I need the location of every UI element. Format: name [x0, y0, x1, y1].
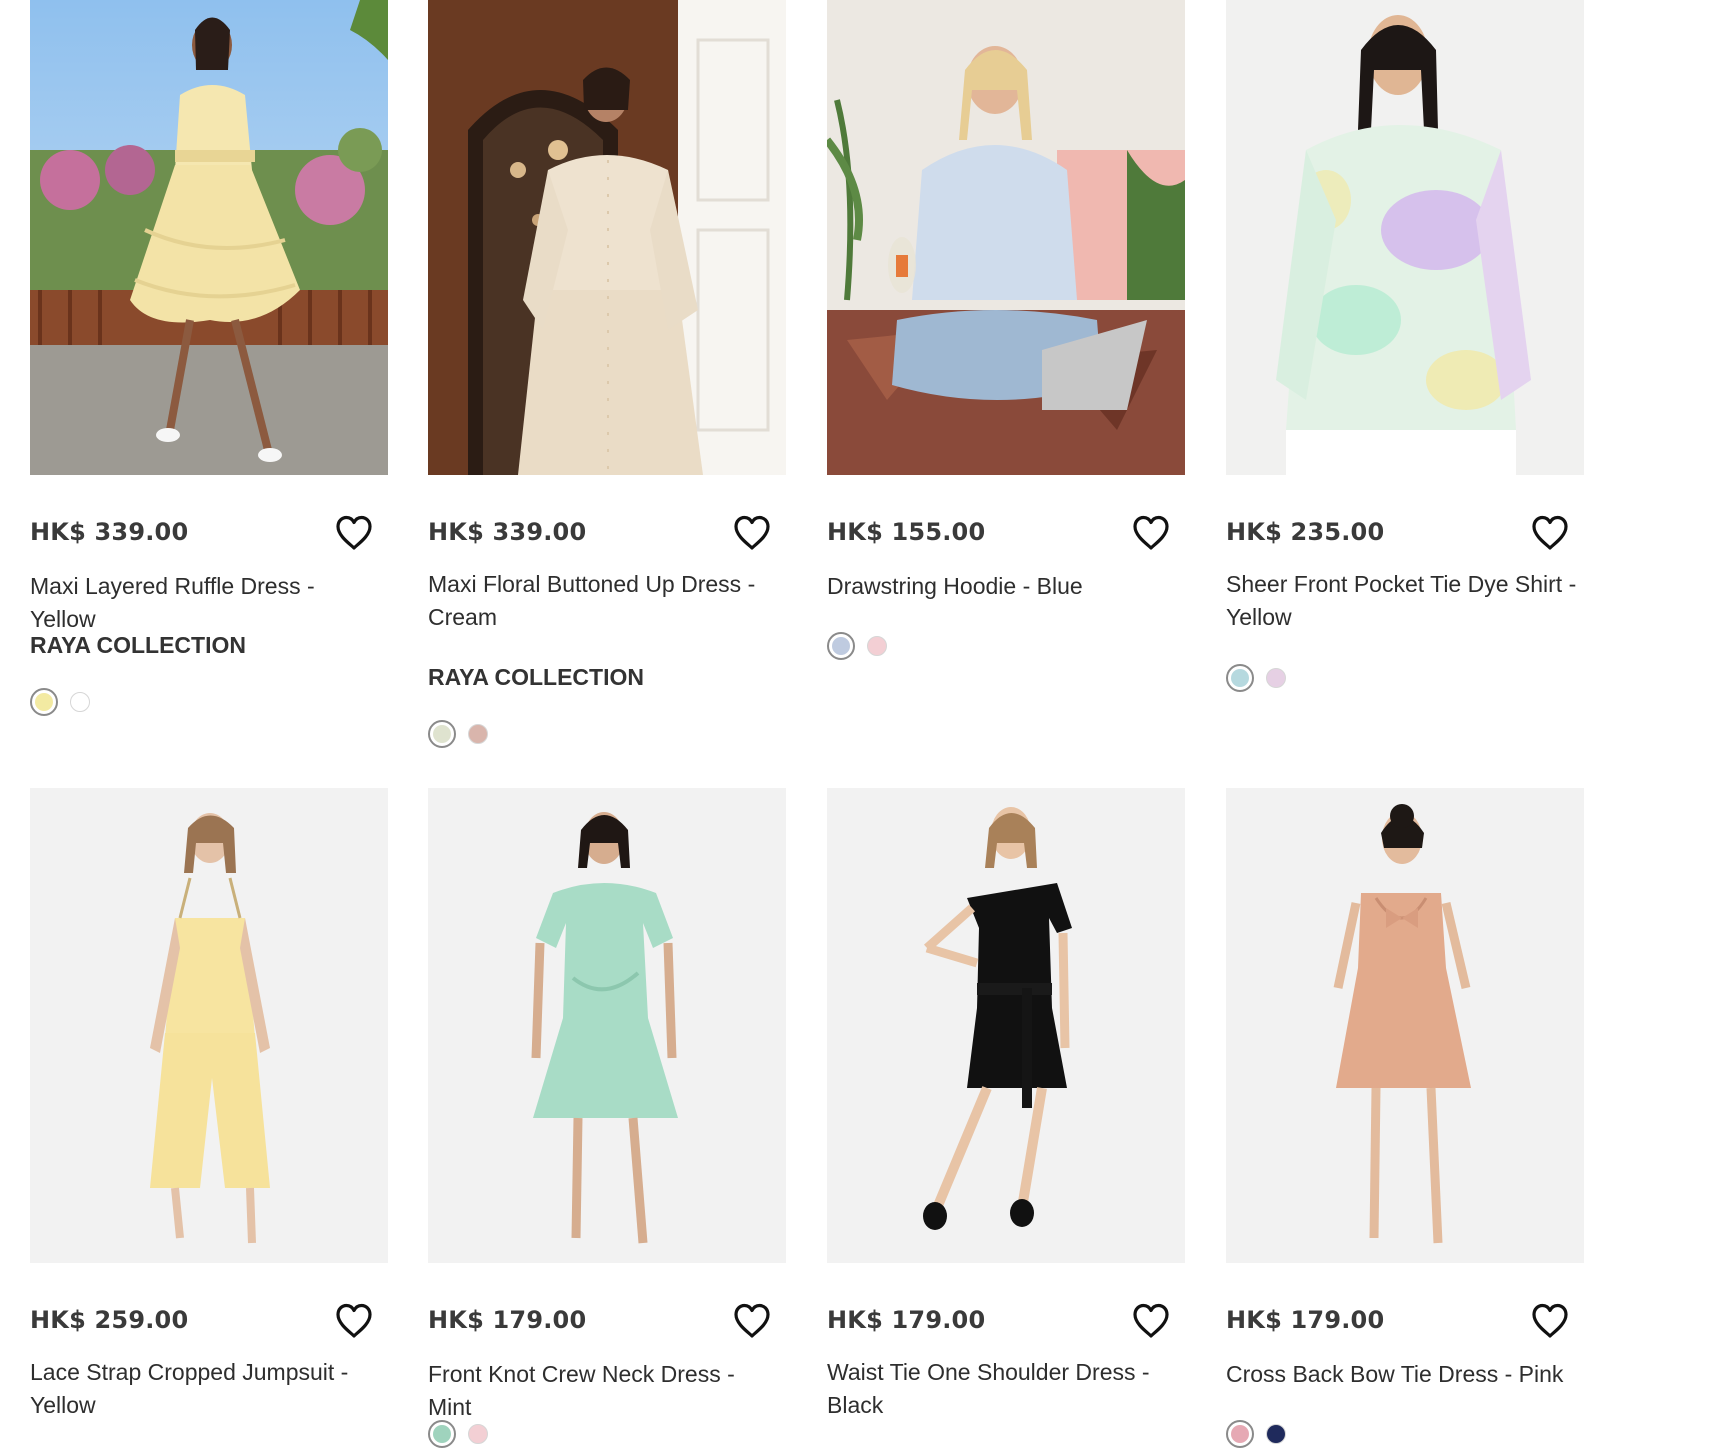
color-swatch-selected[interactable] [428, 720, 456, 748]
product-photo-yellow-jumpsuit [30, 788, 388, 1263]
wishlist-heart-icon[interactable] [335, 515, 373, 551]
product-photo-yellow-ruffle-dress [30, 0, 388, 475]
wishlist-heart-icon[interactable] [1531, 515, 1569, 551]
product-card[interactable]: HK$ 339.00 Maxi Layered Ruffle Dress - Y… [30, 0, 388, 740]
product-card[interactable]: HK$ 259.00 Lace Strap Cropped Jumpsuit -… [30, 788, 388, 1432]
color-swatch-selected[interactable] [1226, 1420, 1254, 1448]
wishlist-heart-icon[interactable] [1531, 1303, 1569, 1339]
color-swatch-selected[interactable] [1226, 664, 1254, 692]
product-name[interactable]: Front Knot Crew Neck Dress - Mint [428, 1358, 780, 1424]
product-photo-tie-dye-shirt [1226, 0, 1584, 475]
product-price: HK$ 155.00 [827, 518, 986, 546]
product-card[interactable]: HK$ 235.00 Sheer Front Pocket Tie Dye Sh… [1226, 0, 1584, 740]
collection-tag: RAYA COLLECTION [30, 632, 246, 658]
color-swatch[interactable] [1266, 668, 1286, 688]
product-image[interactable] [428, 788, 786, 1263]
product-price: HK$ 235.00 [1226, 518, 1385, 546]
product-price: HK$ 339.00 [30, 518, 189, 546]
color-swatch[interactable] [468, 724, 488, 744]
product-price: HK$ 179.00 [827, 1306, 986, 1334]
product-card[interactable]: HK$ 155.00 Drawstring Hoodie - Blue [827, 0, 1185, 740]
product-price: HK$ 339.00 [428, 518, 587, 546]
product-image[interactable] [30, 0, 388, 475]
product-image[interactable] [827, 0, 1185, 475]
product-photo-mint-dress [428, 788, 786, 1263]
product-photo-cream-floral-dress [428, 0, 786, 475]
color-swatch-selected[interactable] [30, 688, 58, 716]
color-swatch[interactable] [468, 1424, 488, 1444]
color-swatch-selected[interactable] [428, 1420, 456, 1448]
product-image[interactable] [1226, 0, 1584, 475]
wishlist-heart-icon[interactable] [733, 1303, 771, 1339]
product-price: HK$ 259.00 [30, 1306, 189, 1334]
collection-tag: RAYA COLLECTION [428, 664, 644, 690]
wishlist-heart-icon[interactable] [1132, 515, 1170, 551]
product-card[interactable]: HK$ 339.00 Maxi Floral Buttoned Up Dress… [428, 0, 786, 748]
product-name[interactable]: Sheer Front Pocket Tie Dye Shirt - Yello… [1226, 568, 1578, 634]
color-swatch-selected[interactable] [827, 632, 855, 660]
product-price: HK$ 179.00 [1226, 1306, 1385, 1334]
color-swatch[interactable] [867, 636, 887, 656]
product-image[interactable] [827, 788, 1185, 1263]
wishlist-heart-icon[interactable] [733, 515, 771, 551]
product-image[interactable] [428, 0, 786, 475]
wishlist-heart-icon[interactable] [1132, 1303, 1170, 1339]
product-name[interactable]: Cross Back Bow Tie Dress - Pink [1226, 1358, 1578, 1391]
product-card[interactable]: HK$ 179.00 Front Knot Crew Neck Dress - … [428, 788, 786, 1448]
color-swatch[interactable] [70, 692, 90, 712]
product-card[interactable]: HK$ 179.00 Waist Tie One Shoulder Dress … [827, 788, 1185, 1432]
product-name[interactable]: Maxi Layered Ruffle Dress - Yellow [30, 570, 382, 636]
product-name[interactable]: Waist Tie One Shoulder Dress - Black [827, 1356, 1179, 1422]
product-image[interactable] [1226, 788, 1584, 1263]
product-name[interactable]: Drawstring Hoodie - Blue [827, 570, 1179, 603]
product-photo-black-dress [827, 788, 1185, 1263]
product-grid: HK$ 339.00 Maxi Layered Ruffle Dress - Y… [0, 0, 1710, 1448]
product-photo-blue-hoodie [827, 0, 1185, 475]
product-card[interactable]: HK$ 179.00 Cross Back Bow Tie Dress - Pi… [1226, 788, 1584, 1448]
wishlist-heart-icon[interactable] [335, 1303, 373, 1339]
product-name[interactable]: Lace Strap Cropped Jumpsuit - Yellow [30, 1356, 382, 1422]
product-name[interactable]: Maxi Floral Buttoned Up Dress - Cream [428, 568, 780, 634]
product-image[interactable] [30, 788, 388, 1263]
product-photo-pink-dress [1226, 788, 1584, 1263]
color-swatch[interactable] [1266, 1424, 1286, 1444]
product-price: HK$ 179.00 [428, 1306, 587, 1334]
